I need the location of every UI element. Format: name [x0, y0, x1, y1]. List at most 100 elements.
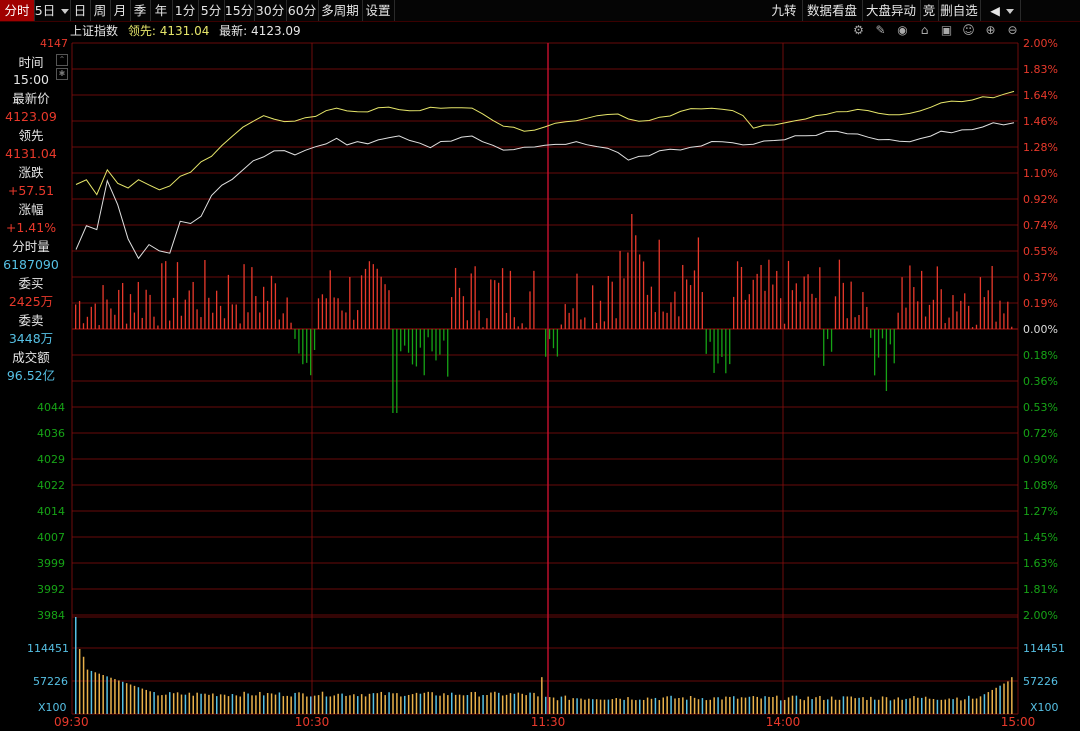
- volume-bar: [713, 697, 715, 714]
- volume-bar: [349, 695, 351, 714]
- time-tick: 15:00: [1001, 715, 1036, 729]
- order-bar: [819, 267, 821, 329]
- order-bar: [658, 239, 660, 329]
- order-bar: [811, 293, 813, 329]
- volume-bar: [635, 700, 637, 714]
- volume-bar: [917, 697, 919, 714]
- order-bar: [490, 279, 492, 329]
- order-bar: [834, 296, 837, 329]
- volume-bar: [333, 695, 335, 714]
- lock-icon[interactable]: ▣: [939, 23, 954, 38]
- order-bar: [462, 296, 465, 329]
- order-bar: [924, 316, 927, 329]
- order-bar: [646, 294, 649, 329]
- toolbar-item-13[interactable]: 设置: [362, 0, 395, 21]
- volume-bar: [693, 697, 696, 714]
- info-panel: 时间 15:00 最新价 4123.09 领先 4131.04 涨跌 +57.5…: [0, 52, 70, 385]
- volume-bar: [102, 675, 104, 714]
- toolbar-item-4[interactable]: 月: [110, 0, 131, 21]
- volume-bar: [740, 697, 743, 714]
- order-bar: [654, 312, 656, 329]
- toolbar-item-7[interactable]: 1分: [172, 0, 199, 21]
- toolbar-right-item-3[interactable]: 竞: [920, 0, 939, 21]
- toolbar-item-1[interactable]: 5日: [34, 0, 71, 21]
- order-bar: [110, 308, 112, 329]
- order-bar: [964, 293, 966, 329]
- order-bar: [877, 329, 880, 358]
- toolbar-right-item-4[interactable]: 删自选: [938, 0, 981, 21]
- toolbar-label-6: 年: [154, 3, 168, 18]
- volume-bar: [819, 695, 821, 714]
- volume-bar: [752, 696, 755, 714]
- toolbar-item-2[interactable]: 日: [70, 0, 91, 21]
- index-name: 上证指数: [70, 24, 119, 38]
- volume-bar: [807, 696, 809, 714]
- volume-bar: [940, 699, 943, 714]
- volume-tick-right: 114451: [1023, 642, 1065, 655]
- order-bar: [478, 310, 480, 329]
- order-bar: [525, 327, 527, 329]
- volume-bar: [568, 699, 570, 714]
- toolbar-item-9[interactable]: 15分: [224, 0, 255, 21]
- order-bar: [219, 305, 222, 329]
- volume-bar: [686, 699, 688, 714]
- toolbar-item-10[interactable]: 30分: [254, 0, 287, 21]
- panel-caret-icon[interactable]: [1005, 9, 1014, 14]
- dropdown-caret-icon[interactable]: [61, 9, 70, 14]
- order-bar: [827, 329, 829, 340]
- toolbar-item-8[interactable]: 5分: [198, 0, 225, 21]
- volume-bar: [243, 691, 245, 714]
- toolbar-right-item-0[interactable]: 九转: [766, 0, 803, 21]
- volume-bar: [200, 693, 202, 714]
- order-bar: [545, 329, 547, 357]
- basket-icon[interactable]: ⌂: [917, 23, 932, 38]
- toolbar-item-11[interactable]: 60分: [286, 0, 319, 21]
- volume-bar: [552, 697, 555, 714]
- toolbar-item-12[interactable]: 多周期: [318, 0, 363, 21]
- order-bar: [674, 291, 676, 329]
- volume-bar: [834, 699, 837, 714]
- toolbar-right-item-1[interactable]: 数据看盘: [802, 0, 863, 21]
- order-bar: [595, 322, 598, 329]
- toolbar-item-5[interactable]: 季: [130, 0, 151, 21]
- zoom-in-icon[interactable]: ⊕: [983, 23, 998, 38]
- settings-icon[interactable]: ⚙: [851, 23, 866, 38]
- order-bar: [733, 296, 735, 329]
- order-bar: [235, 304, 237, 329]
- toolbar-item-3[interactable]: 周: [90, 0, 111, 21]
- zoom-out-icon[interactable]: ⊖: [1005, 23, 1020, 38]
- volume-bar: [592, 699, 594, 714]
- toolbar-item-6[interactable]: 年: [150, 0, 173, 21]
- time-tick: 11:30: [531, 715, 566, 729]
- order-bar: [364, 268, 367, 329]
- volume-bar: [545, 696, 547, 714]
- volume-bar: [290, 696, 292, 714]
- panel-toggle-button[interactable]: ◀: [984, 0, 1021, 21]
- volume-bar: [208, 694, 210, 714]
- order-bar: [592, 285, 594, 329]
- order-bar: [349, 276, 351, 329]
- order-bar: [419, 329, 421, 348]
- volume-bar: [654, 697, 657, 714]
- eye-icon[interactable]: ◉: [895, 23, 910, 38]
- intraday-chart[interactable]: 4147 4044 4036 4029 4022 4014 4007 3999 3992 3984…: [0, 0, 1080, 731]
- order-bar: [360, 275, 363, 329]
- toolbar-label-8: 5分: [200, 3, 222, 18]
- order-bar: [251, 267, 253, 329]
- toolbar-item-0[interactable]: 分时: [0, 0, 35, 21]
- volume-bar: [791, 695, 794, 714]
- order-bar: [944, 323, 946, 329]
- right-tick: 1.63%: [1023, 557, 1058, 570]
- toolbar-right-item-2[interactable]: 大盘异动: [862, 0, 921, 21]
- volume-bar: [639, 699, 641, 714]
- order-bar: [846, 318, 848, 329]
- draw-icon[interactable]: ✎: [873, 23, 888, 38]
- volume-bar: [368, 693, 371, 714]
- order-bar: [1003, 313, 1005, 329]
- volume-bar: [842, 696, 845, 714]
- face-icon[interactable]: ☺: [961, 23, 976, 38]
- order-bar: [881, 329, 884, 339]
- volume-bar: [447, 695, 449, 714]
- order-bar: [709, 329, 711, 342]
- volume-bar: [325, 696, 328, 714]
